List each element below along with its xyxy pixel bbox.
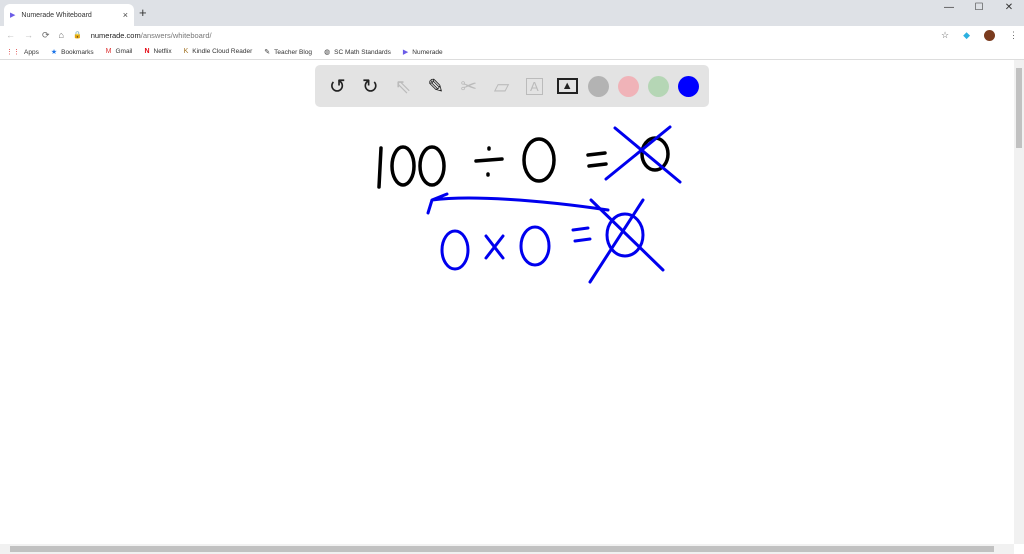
scroll-thumb[interactable] [10,546,994,552]
digit-0 [390,145,416,187]
address-bar-row: ← → ⟳ ⌂ 🔒 numerade.com/answers/whiteboar… [0,26,1024,44]
tab-close-button[interactable]: × [123,10,128,20]
bookmark-numerade[interactable]: ▶ Numerade [403,48,443,56]
arrow [426,192,610,215]
drawing-layer [377,125,682,284]
lock-icon: 🔒 [72,32,82,39]
extension-icon[interactable]: ◆ [963,30,970,41]
color-pink-button[interactable] [617,75,639,97]
equals-sign [586,151,608,168]
pen-tool-button[interactable]: ✎ [424,74,448,98]
minimize-button[interactable]: — [934,0,964,16]
bookmark-netflix[interactable]: N Netflix [144,48,171,55]
bookmark-sc-math[interactable]: ◍ SC Math Standards [324,48,391,56]
maximize-button[interactable]: ☐ [964,0,994,16]
bookmarks-bar: ⋮⋮ Apps ★ Bookmarks M Gmail N Netflix K Kindl… [0,44,1024,60]
bookmark-bookmarks[interactable]: ★ Bookmarks [51,48,94,56]
scroll-thumb[interactable] [1016,68,1022,148]
color-green-button[interactable] [647,75,669,97]
tab-title: Numerade Whiteboard [21,11,92,19]
times-sign [484,234,505,260]
eraser-button[interactable]: ▱ [490,74,514,98]
horizontal-scrollbar[interactable] [0,544,1014,554]
menu-icon[interactable]: ⋮ [1009,30,1018,41]
star-icon[interactable]: ☆ [941,30,949,41]
home-button[interactable]: ⌂ [59,30,64,40]
equals-sign [571,226,592,243]
url-input[interactable]: numerade.com/answers/whiteboard/ [91,31,212,40]
bookmark-kindle[interactable]: K Kindle Cloud Reader [184,48,253,55]
forward-button[interactable]: → [24,30,33,40]
bookmark-teacher-blog[interactable]: ✎ Teacher Blog [264,48,312,56]
digit-0 [519,225,551,267]
avatar[interactable] [984,29,995,41]
divide-sign [474,146,504,177]
color-gray-button[interactable] [588,75,610,97]
whiteboard-toolbar: ↺ ↻ ⇖ ✎ ✂ ▱ A ▲ [315,65,709,107]
digit-0 [418,145,446,187]
reload-button[interactable]: ⟳ [42,30,50,41]
numerade-logo-icon: ▶ [10,12,16,19]
bookmark-gmail[interactable]: M Gmail [106,48,133,55]
select-tool-button[interactable]: ⇖ [391,74,415,98]
digit-0 [440,229,470,271]
digit-0 [522,137,556,183]
back-button[interactable]: ← [6,30,15,40]
cross-out [588,198,665,284]
redo-button[interactable]: ↻ [358,74,382,98]
vertical-scrollbar[interactable] [1014,60,1024,544]
undo-button[interactable]: ↺ [325,74,349,98]
color-blue-button[interactable] [677,75,699,97]
tab-strip: ▶ Numerade Whiteboard × + — ☐ ✕ [0,0,1024,26]
digit-1 [377,146,383,189]
bookmark-apps[interactable]: ⋮⋮ Apps [6,48,39,56]
new-tab-button[interactable]: + [139,5,147,20]
whiteboard-canvas[interactable]: ↺ ↻ ⇖ ✎ ✂ ▱ A ▲ [0,60,1024,554]
text-tool-button[interactable]: A [522,74,546,98]
close-window-button[interactable]: ✕ [994,0,1024,16]
tools-button[interactable]: ✂ [457,74,481,98]
image-button[interactable]: ▲ [555,74,579,98]
tab-numerade-whiteboard[interactable]: ▶ Numerade Whiteboard × [4,4,134,26]
